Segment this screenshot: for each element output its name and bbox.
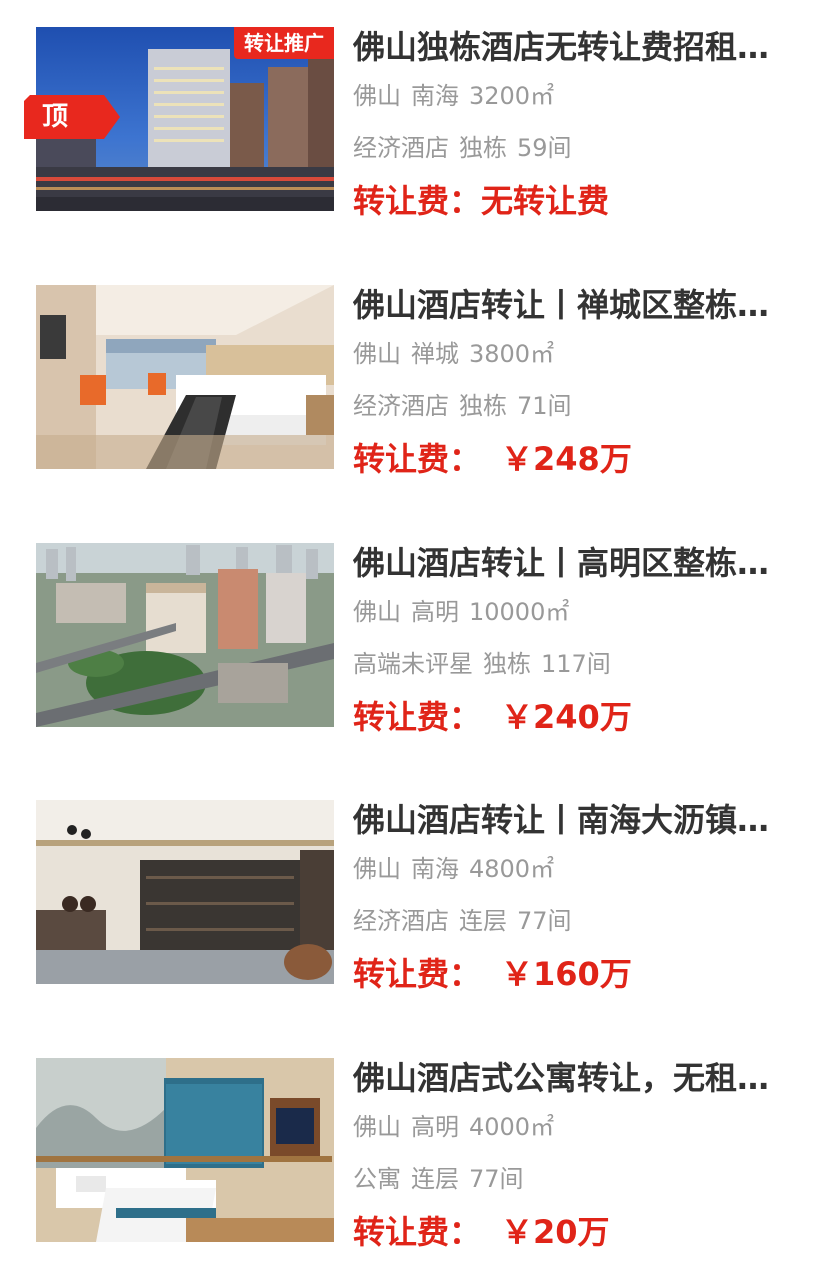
listing-info: 佛山酒店转让丨禅城区整栋… 佛山 禅城 3800㎡ 经济酒店 独栋 71间 转让费： ￥2… (353, 285, 798, 485)
listing-city: 佛山 (353, 855, 401, 883)
top-badge: 顶 (24, 95, 120, 139)
apartment-room-image (36, 1058, 334, 1242)
fee-label: 转让费： (353, 1213, 482, 1251)
listing-type: 经济酒店 (353, 392, 449, 420)
listing-district: 高明 (411, 598, 459, 626)
listing-rooms: 77间 (469, 1165, 524, 1193)
listing-card[interactable]: 佛山酒店转让丨高明区整栋… 佛山 高明 10000㎡ 高端未评星 独栋 117间 转让费… (0, 543, 828, 743)
listing-meta: 公寓 连层 77间 (353, 1164, 534, 1194)
top-badge-ribbon-icon (24, 95, 120, 139)
fee-value: ￥160万 (501, 955, 632, 993)
listing-meta: 经济酒店 独栋 59间 (353, 133, 582, 163)
listing-info: 佛山酒店转让丨高明区整栋… 佛山 高明 10000㎡ 高端未评星 独栋 117间 转让费… (353, 543, 798, 743)
fee-label: 转让费： (353, 182, 482, 220)
listing-rooms: 77间 (517, 907, 572, 935)
top-badge-label: 顶 (42, 102, 69, 132)
listing-location: 佛山 禅城 3800㎡ (353, 339, 564, 369)
listing-transfer-fee: 转让费： ￥248万 (353, 439, 632, 479)
listing-city: 佛山 (353, 1113, 401, 1141)
listing-type: 公寓 (353, 1165, 401, 1193)
listing-title[interactable]: 佛山酒店转让丨南海大沥镇… (353, 800, 798, 840)
listing-location: 佛山 高明 10000㎡ (353, 597, 579, 627)
listing-city: 佛山 (353, 82, 401, 110)
fee-value: ￥20万 (501, 1213, 610, 1251)
fee-label: 转让费： (353, 698, 482, 736)
listing-district: 高明 (411, 1113, 459, 1141)
listing-title[interactable]: 佛山酒店转让丨高明区整栋… (353, 543, 798, 583)
listing-rooms: 117间 (541, 650, 611, 678)
listing-meta: 高端未评星 独栋 117间 (353, 649, 621, 679)
listing-card[interactable]: 佛山酒店转让丨南海大沥镇… 佛山 南海 4800㎡ 经济酒店 连层 77间 转让费： ￥1… (0, 800, 828, 1000)
listing-rooms: 71间 (517, 392, 572, 420)
listing-structure: 独栋 (459, 134, 507, 162)
hotel-room-image (36, 285, 334, 469)
promo-tag: 转让推广 (234, 27, 334, 59)
listing-city: 佛山 (353, 598, 401, 626)
listing-list: 转让推广 佛山独栋酒店无转让费招租… 佛山 南海 3200㎡ 经济酒店 独栋 59间 转… (0, 0, 828, 1265)
listing-district: 禅城 (411, 340, 459, 368)
listing-type: 经济酒店 (353, 907, 449, 935)
listing-thumbnail-hotel-room[interactable] (36, 285, 334, 469)
listing-city: 佛山 (353, 340, 401, 368)
fee-label: 转让费： (353, 440, 482, 478)
fee-value: ￥240万 (501, 698, 632, 736)
listing-info: 佛山酒店转让丨南海大沥镇… 佛山 南海 4800㎡ 经济酒店 连层 77间 转让费： ￥1… (353, 800, 798, 1000)
listing-card[interactable]: 佛山酒店转让丨禅城区整栋… 佛山 禅城 3800㎡ 经济酒店 独栋 71间 转让费： ￥2… (0, 285, 828, 485)
listing-area: 10000㎡ (469, 598, 570, 626)
aerial-city-image (36, 543, 334, 727)
listing-area: 3200㎡ (469, 82, 555, 110)
listing-transfer-fee: 转让费：无转让费 (353, 181, 609, 221)
listing-thumbnail-aerial-view[interactable] (36, 543, 334, 727)
listing-transfer-fee: 转让费： ￥240万 (353, 697, 632, 737)
listing-title[interactable]: 佛山酒店式公寓转让，无租… (353, 1058, 798, 1098)
hotel-lobby-image (36, 800, 334, 984)
listing-card[interactable]: 转让推广 佛山独栋酒店无转让费招租… 佛山 南海 3200㎡ 经济酒店 独栋 59间 转… (0, 27, 828, 227)
fee-label: 转让费： (353, 955, 482, 993)
listing-meta: 经济酒店 独栋 71间 (353, 391, 582, 421)
listing-transfer-fee: 转让费： ￥20万 (353, 1212, 610, 1252)
listing-area: 3800㎡ (469, 340, 555, 368)
listing-thumbnail-apartment-room[interactable] (36, 1058, 334, 1242)
listing-info: 佛山酒店式公寓转让，无租… 佛山 高明 4000㎡ 公寓 连层 77间 转让费： ￥20万 (353, 1058, 798, 1258)
fee-value: ￥248万 (501, 440, 632, 478)
listing-district: 南海 (411, 855, 459, 883)
listing-structure: 连层 (459, 907, 507, 935)
listing-type: 高端未评星 (353, 650, 473, 678)
listing-structure: 独栋 (459, 392, 507, 420)
fee-value: 无转让费 (481, 182, 610, 220)
listing-district: 南海 (411, 82, 459, 110)
listing-area: 4800㎡ (469, 855, 555, 883)
listing-rooms: 59间 (517, 134, 572, 162)
listing-transfer-fee: 转让费： ￥160万 (353, 954, 632, 994)
listing-card[interactable]: 佛山酒店式公寓转让，无租… 佛山 高明 4000㎡ 公寓 连层 77间 转让费： ￥20万 (0, 1058, 828, 1258)
listing-location: 佛山 高明 4000㎡ (353, 1112, 564, 1142)
listing-location: 佛山 南海 3200㎡ (353, 81, 564, 111)
listing-structure: 独栋 (483, 650, 531, 678)
listing-meta: 经济酒店 连层 77间 (353, 906, 582, 936)
listing-area: 4000㎡ (469, 1113, 555, 1141)
listing-title[interactable]: 佛山酒店转让丨禅城区整栋… (353, 285, 798, 325)
listing-type: 经济酒店 (353, 134, 449, 162)
listing-thumbnail-hotel-lobby[interactable] (36, 800, 334, 984)
listing-location: 佛山 南海 4800㎡ (353, 854, 564, 884)
listing-title[interactable]: 佛山独栋酒店无转让费招租… (353, 27, 798, 67)
listing-structure: 连层 (411, 1165, 459, 1193)
listing-info: 佛山独栋酒店无转让费招租… 佛山 南海 3200㎡ 经济酒店 独栋 59间 转让费：无转… (353, 27, 798, 227)
